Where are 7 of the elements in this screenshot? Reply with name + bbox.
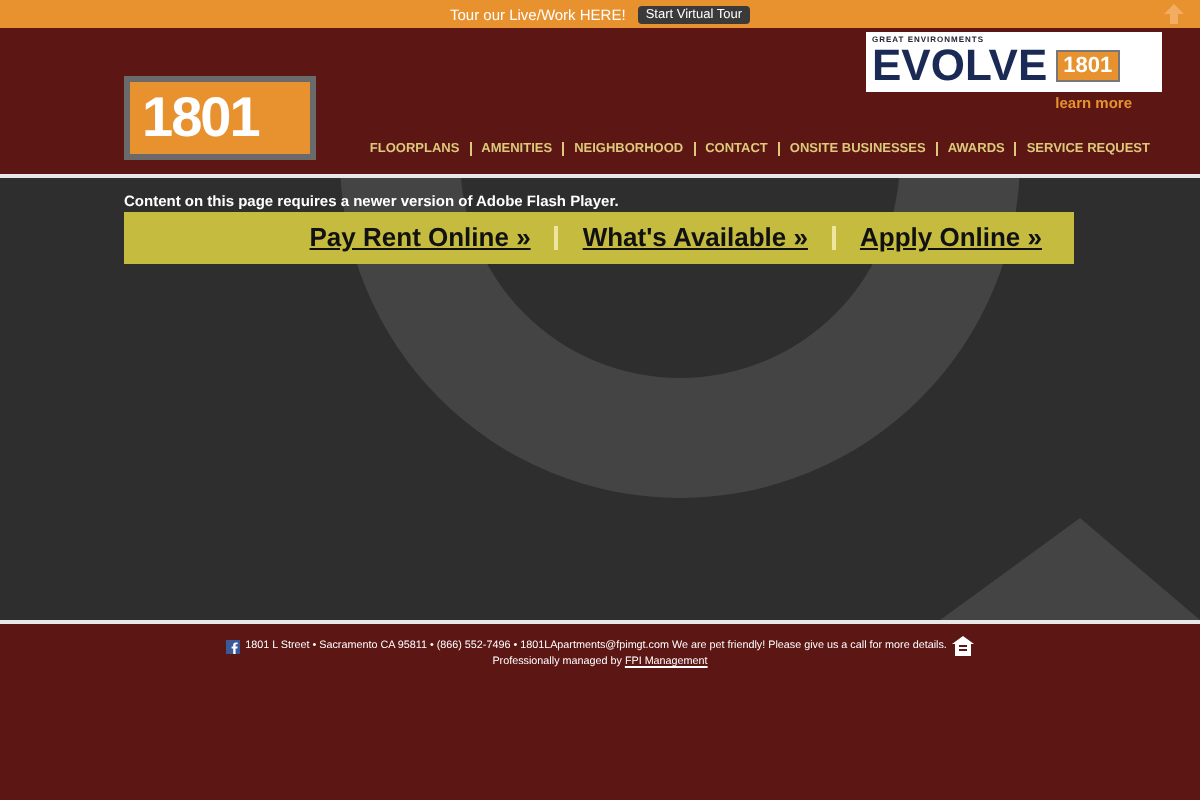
action-link[interactable]: Pay Rent Online » bbox=[285, 226, 555, 250]
action-link[interactable]: What's Available » bbox=[554, 226, 832, 250]
equal-housing-icon bbox=[952, 636, 975, 656]
banner-word: EVOLVE bbox=[872, 44, 1048, 88]
action-link[interactable]: Apply Online » bbox=[831, 226, 1066, 250]
banner-badge: 1801 bbox=[1055, 50, 1121, 82]
facebook-icon[interactable] bbox=[225, 639, 240, 653]
